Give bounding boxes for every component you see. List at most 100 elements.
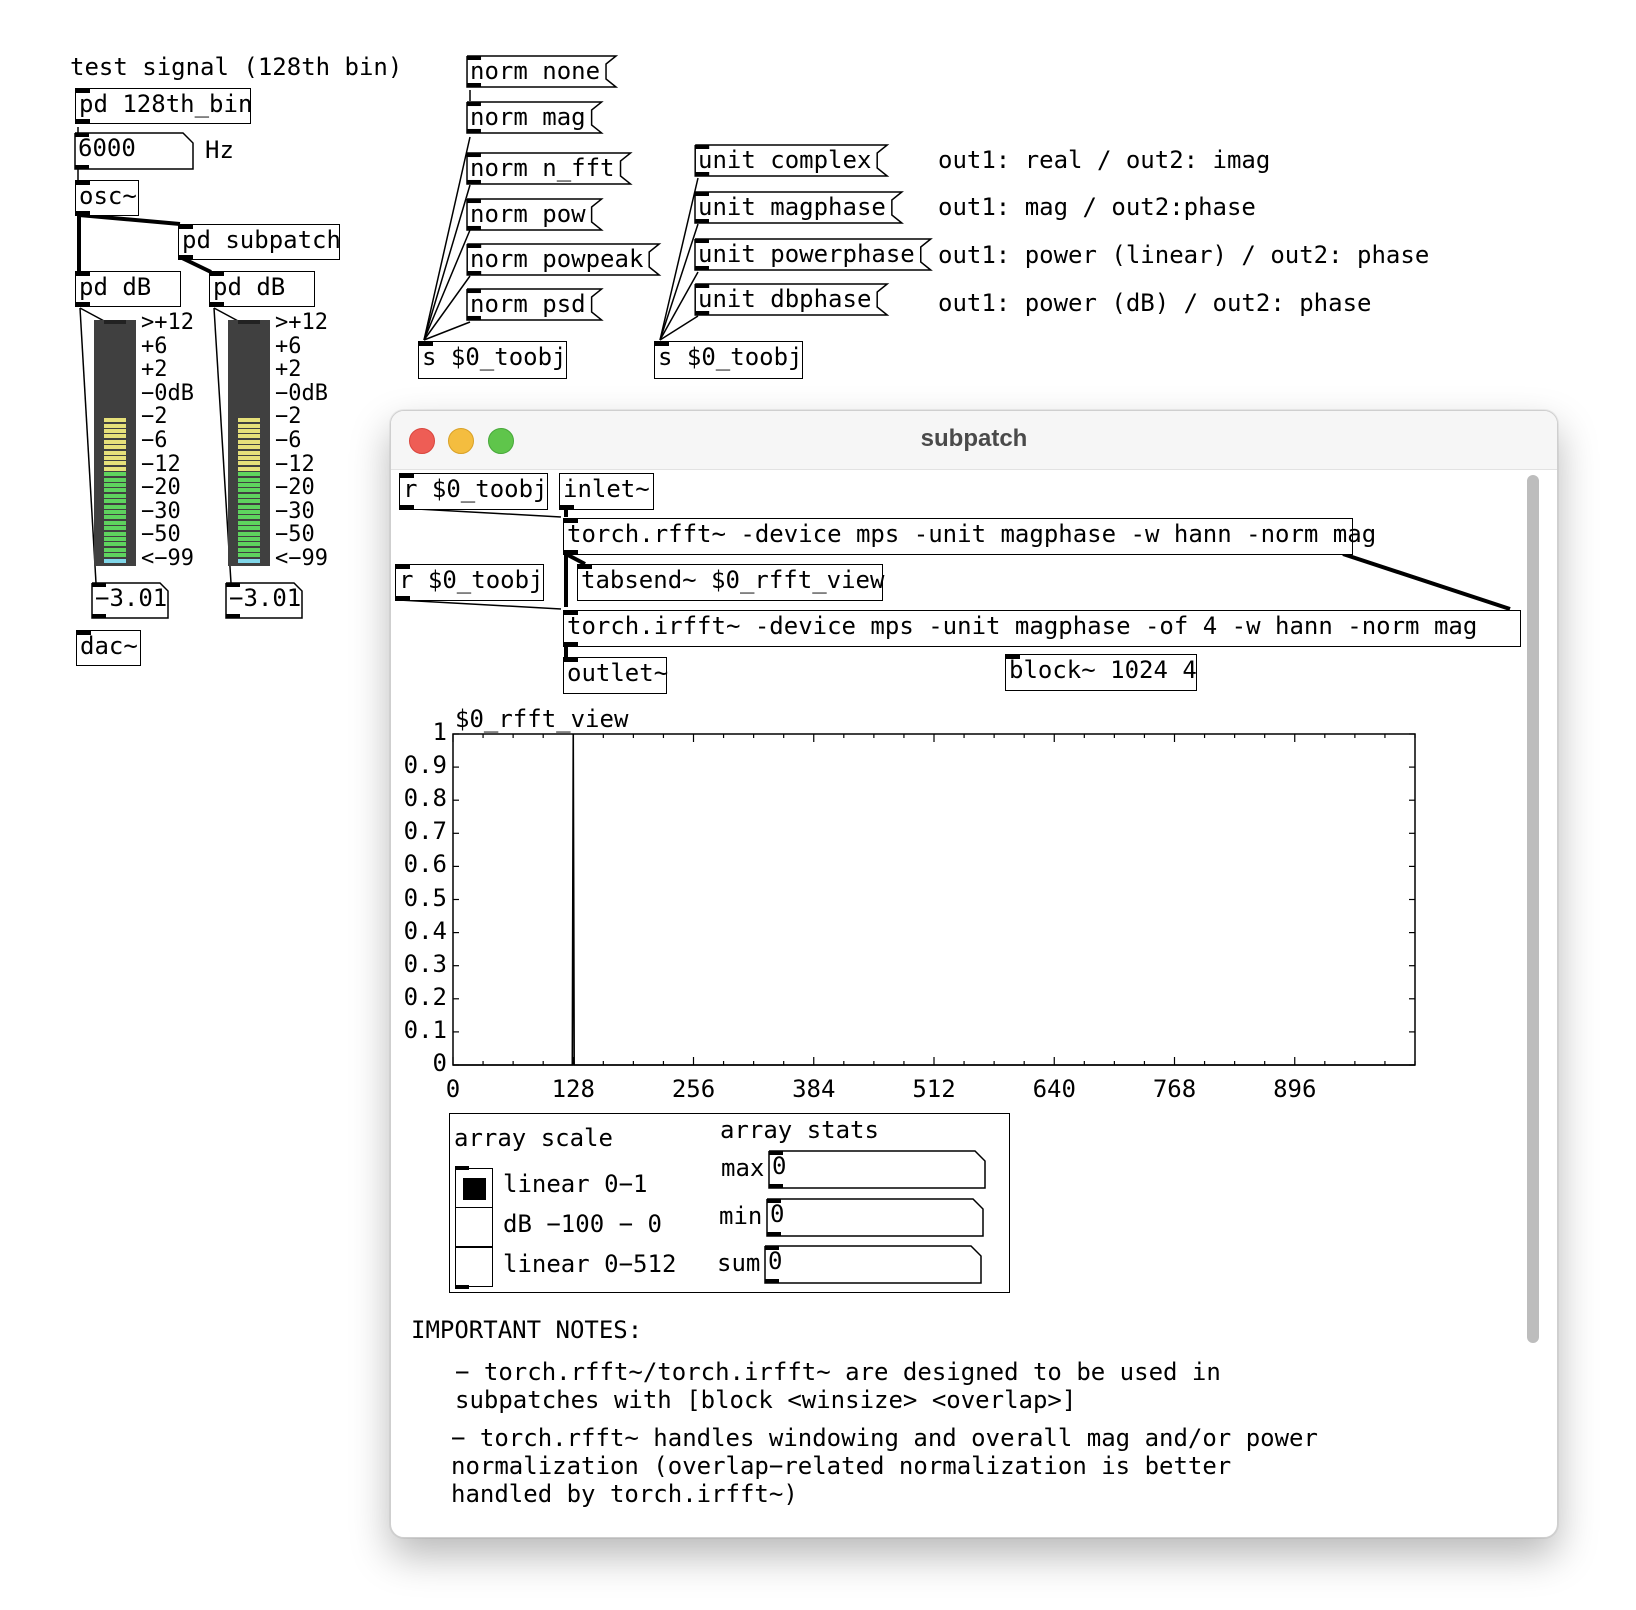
- vu-segment: [238, 418, 260, 423]
- vu-segment: [104, 537, 126, 541]
- osc-object[interactable]: osc~: [75, 180, 139, 216]
- x-tick-label: 128: [551, 1075, 595, 1103]
- pd-subpatch-object[interactable]: pd subpatch: [178, 224, 341, 260]
- window-title: subpatch: [920, 425, 1028, 452]
- vu-segment: [104, 445, 126, 450]
- y-tick-label: 0.7: [403, 817, 447, 846]
- vu-scale-tick: +6: [141, 333, 168, 359]
- vu-segment: [238, 477, 260, 482]
- object-text: pd dB: [213, 273, 286, 301]
- subpatch-window[interactable]: subpatch r $0_toobj inlet~ torch.rfft~ -…: [390, 410, 1558, 1538]
- x-tick-label: 640: [1032, 1075, 1076, 1103]
- y-tick-label: 1: [432, 718, 447, 746]
- scale-option-linear: linear 0−1: [503, 1170, 648, 1198]
- y-tick-label: 0.2: [403, 982, 447, 1011]
- vu-meter-right[interactable]: [228, 320, 270, 566]
- vu-segment: [238, 472, 260, 477]
- vu-segment: [104, 553, 126, 558]
- vu-segment: [238, 439, 260, 444]
- graph-frame: [452, 733, 1416, 1066]
- scale-radio-linear512[interactable]: [455, 1247, 493, 1287]
- stat-min-value[interactable]: 0: [766, 1198, 984, 1237]
- pd-db-left-object[interactable]: pd dB: [75, 271, 181, 307]
- send-norm-object[interactable]: s $0_toobj: [418, 341, 567, 379]
- torch-rfft-object[interactable]: torch.rfft~ -device mps -unit magphase -…: [563, 518, 1376, 555]
- unit-comment-dbphase: out1: power (dB) / out2: phase: [938, 289, 1372, 317]
- vu-segment: [238, 423, 260, 428]
- level-number-left[interactable]: −3.01: [91, 582, 169, 619]
- unit-dbphase-message[interactable]: unit dbphase: [694, 283, 890, 316]
- unit-magphase-message[interactable]: unit magphase: [694, 191, 904, 224]
- norm-pow-message[interactable]: norm pow: [466, 198, 604, 231]
- object-text: pd dB: [79, 273, 152, 301]
- level-value: −3.01: [95, 584, 168, 612]
- message-text: unit powerphase: [698, 240, 915, 268]
- value-text: 0: [768, 1247, 783, 1275]
- norm-psd-message[interactable]: norm psd: [466, 288, 604, 321]
- x-tick-label: 384: [792, 1075, 836, 1103]
- norm-n-fft-message[interactable]: norm n_fft: [466, 152, 633, 185]
- array-stats-label: array stats: [720, 1116, 879, 1144]
- stat-sum-value[interactable]: 0: [764, 1245, 982, 1284]
- frequency-number-box[interactable]: 6000: [74, 132, 194, 170]
- vu-segment: [104, 547, 126, 552]
- vu-scale-left: >+12 +6 +2 −0dB −2 −6 −12 −20 −30 −50 <−99: [141, 311, 194, 571]
- scale-option-db: dB −100 − 0: [503, 1210, 662, 1238]
- scale-radio-db[interactable]: [455, 1207, 493, 1247]
- norm-none-message[interactable]: norm none: [466, 55, 619, 88]
- object-text: s $0_toobj: [422, 343, 567, 371]
- vu-scale-tick: <−99: [275, 545, 328, 571]
- object-text: s $0_toobj: [658, 343, 803, 371]
- vu-scale-tick: <−99: [141, 545, 194, 571]
- dac-object[interactable]: dac~: [76, 630, 141, 666]
- vu-segment: [238, 493, 260, 498]
- scale-radio-linear[interactable]: [455, 1168, 493, 1208]
- vu-segment: [238, 553, 260, 558]
- unit-comment-magphase: out1: mag / out2:phase: [938, 193, 1256, 221]
- unit-powerphase-message[interactable]: unit powerphase: [694, 238, 933, 271]
- object-text: r $0_toobj: [399, 566, 544, 594]
- vu-scale-tick: +2: [141, 357, 168, 383]
- message-text: norm none: [470, 57, 601, 85]
- norm-mag-message[interactable]: norm mag: [466, 101, 604, 134]
- inlet-object[interactable]: inlet~: [559, 473, 654, 510]
- array-graph[interactable]: [452, 733, 1416, 1066]
- vu-segment: [104, 520, 126, 525]
- stat-sum-label: sum: [717, 1249, 761, 1277]
- window-titlebar[interactable]: subpatch: [391, 411, 1557, 470]
- x-tick-label: 256: [671, 1075, 716, 1103]
- receive-toobj-object-2[interactable]: r $0_toobj: [395, 564, 544, 601]
- level-number-right[interactable]: −3.01: [225, 582, 303, 619]
- scale-radio-group[interactable]: [455, 1166, 493, 1289]
- vu-scale-tick: −30: [141, 498, 181, 524]
- scale-option-linear512: linear 0−512: [503, 1250, 677, 1278]
- vu-scale-tick: −0dB: [275, 380, 328, 406]
- stat-max-value[interactable]: 0: [768, 1150, 986, 1189]
- value-text: 0: [770, 1200, 785, 1228]
- unit-complex-message[interactable]: unit complex: [694, 144, 890, 177]
- receive-toobj-object-1[interactable]: r $0_toobj: [399, 473, 548, 510]
- tabsend-object[interactable]: tabsend~ $0_rfft_view: [577, 564, 884, 601]
- vu-scale-tick: −30: [275, 498, 315, 524]
- message-text: norm pow: [470, 200, 586, 228]
- x-tick-label: 512: [912, 1075, 956, 1103]
- y-tick-label: 0.6: [403, 850, 447, 879]
- vu-meter-left[interactable]: [94, 320, 136, 566]
- vu-segment: [238, 504, 260, 509]
- vu-scale-tick: −0dB: [141, 380, 194, 406]
- object-text: r $0_toobj: [403, 475, 548, 503]
- note-2: − torch.rfft~ handles windowing and over…: [451, 1424, 1318, 1508]
- outlet-object[interactable]: outlet~: [563, 657, 668, 694]
- norm-powpeak-message[interactable]: norm powpeak: [466, 243, 662, 276]
- block-object[interactable]: block~ 1024 4: [1005, 654, 1197, 691]
- pd-db-right-object[interactable]: pd dB: [209, 271, 315, 307]
- message-text: unit dbphase: [698, 285, 872, 313]
- vertical-scrollbar[interactable]: [1527, 475, 1539, 1343]
- vu-scale-tick: −6: [275, 427, 302, 453]
- vu-segment: [104, 504, 126, 509]
- vu-segment: [104, 466, 126, 471]
- vu-scale-tick: +6: [275, 333, 302, 359]
- pd-128th-bin-object[interactable]: pd 128th_bin: [75, 88, 252, 124]
- send-unit-object[interactable]: s $0_toobj: [654, 341, 803, 379]
- torch-irfft-object[interactable]: torch.irfft~ -device mps -unit magphase …: [563, 610, 1521, 647]
